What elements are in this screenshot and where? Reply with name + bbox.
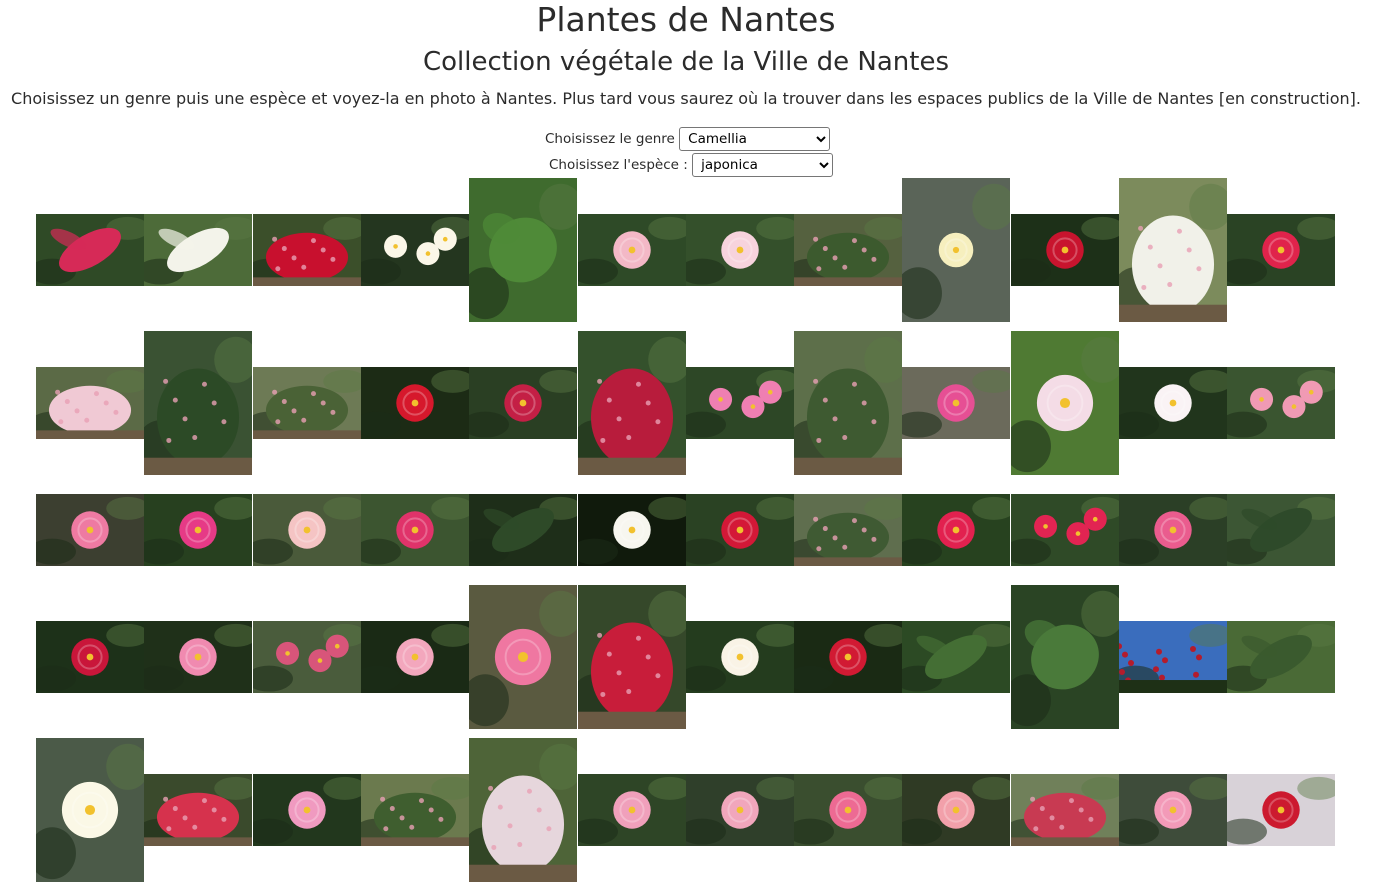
camellia-photo[interactable] (794, 331, 902, 475)
camellia-photo[interactable] (578, 774, 686, 846)
camellia-photo[interactable] (253, 214, 361, 286)
camellia-photo[interactable] (144, 621, 252, 693)
camellia-photo[interactable] (578, 494, 686, 566)
camellia-photo[interactable] (1011, 585, 1119, 729)
camellia-photo[interactable] (469, 738, 577, 882)
camellia-photo[interactable] (902, 367, 1010, 439)
camellia-photo[interactable] (794, 494, 902, 566)
camellia-photo[interactable] (902, 178, 1010, 322)
camellia-photo[interactable] (361, 367, 469, 439)
camellia-photo[interactable] (578, 331, 686, 475)
camellia-photo[interactable] (902, 621, 1010, 693)
camellia-photo[interactable] (686, 621, 794, 693)
camellia-photo[interactable] (578, 585, 686, 729)
camellia-photo[interactable] (578, 214, 686, 286)
camellia-photo[interactable] (1227, 367, 1335, 439)
camellia-photo[interactable] (361, 774, 469, 846)
camellia-photo[interactable] (902, 774, 1010, 846)
camellia-photo[interactable] (1227, 214, 1335, 286)
camellia-photo[interactable] (469, 585, 577, 729)
camellia-photo[interactable] (1119, 621, 1227, 693)
camellia-photo[interactable] (686, 494, 794, 566)
camellia-photo[interactable] (1011, 214, 1119, 286)
camellia-photo[interactable] (253, 367, 361, 439)
camellia-photo[interactable] (1119, 367, 1227, 439)
camellia-photo[interactable] (144, 774, 252, 846)
camellia-photo[interactable] (794, 774, 902, 846)
camellia-photo[interactable] (361, 621, 469, 693)
camellia-photo[interactable] (144, 331, 252, 475)
camellia-photo[interactable] (1227, 494, 1335, 566)
camellia-photo[interactable] (469, 178, 577, 322)
camellia-photo[interactable] (794, 621, 902, 693)
camellia-photo[interactable] (36, 621, 144, 693)
camellia-photo[interactable] (1119, 494, 1227, 566)
camellia-photo[interactable] (36, 738, 144, 882)
camellia-photo[interactable] (36, 367, 144, 439)
camellia-photo[interactable] (794, 214, 902, 286)
camellia-photo[interactable] (361, 214, 469, 286)
camellia-photo[interactable] (1119, 774, 1227, 846)
camellia-photo[interactable] (144, 494, 252, 566)
camellia-photo[interactable] (686, 367, 794, 439)
camellia-photo[interactable] (253, 774, 361, 846)
camellia-photo[interactable] (36, 494, 144, 566)
camellia-photo[interactable] (1227, 774, 1335, 846)
camellia-photo[interactable] (686, 774, 794, 846)
camellia-photo[interactable] (686, 214, 794, 286)
camellia-photo[interactable] (1227, 621, 1335, 693)
photo-gallery (0, 0, 1390, 885)
camellia-photo[interactable] (902, 494, 1010, 566)
camellia-photo[interactable] (469, 494, 577, 566)
camellia-photo[interactable] (469, 367, 577, 439)
camellia-photo[interactable] (253, 621, 361, 693)
camellia-photo[interactable] (36, 214, 144, 286)
camellia-photo[interactable] (361, 494, 469, 566)
camellia-photo[interactable] (1011, 774, 1119, 846)
camellia-photo[interactable] (253, 494, 361, 566)
camellia-photo[interactable] (144, 214, 252, 286)
camellia-photo[interactable] (1119, 178, 1227, 322)
camellia-photo[interactable] (1011, 494, 1119, 566)
camellia-photo[interactable] (1011, 331, 1119, 475)
